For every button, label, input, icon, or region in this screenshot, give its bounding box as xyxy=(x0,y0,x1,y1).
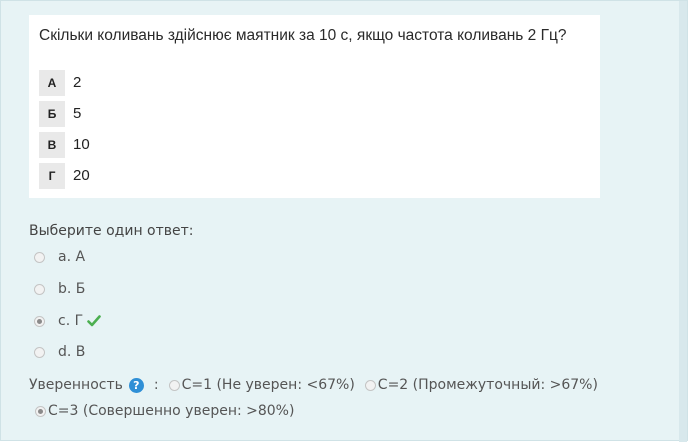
answer-radio-b[interactable] xyxy=(34,283,45,295)
correct-check-icon xyxy=(87,315,101,327)
confidence-colon: : xyxy=(153,377,159,393)
answer-prompt: Выберите один ответ: xyxy=(29,223,194,239)
answer-label[interactable]: c. Г xyxy=(58,313,83,329)
confidence-option-label[interactable]: C=1 (Не уверен: <67%) xyxy=(182,377,355,393)
answer-choice-c[interactable]: c. Г xyxy=(34,311,101,331)
confidence-option-c3[interactable]: C=3 (Совершенно уверен: >80%) xyxy=(35,403,294,419)
confidence-option-label[interactable]: C=2 (Промежуточный: >67%) xyxy=(378,377,598,393)
panel-edge xyxy=(679,1,687,442)
confidence-group-row2: C=3 (Совершенно уверен: >80%) xyxy=(35,403,304,419)
answer-choice-d[interactable]: d. В xyxy=(34,342,85,362)
answer-label[interactable]: d. В xyxy=(58,344,85,360)
confidence-option-label[interactable]: C=3 (Совершенно уверен: >80%) xyxy=(48,403,294,419)
option-value: 5 xyxy=(73,105,82,122)
confidence-option-c2[interactable]: C=2 (Промежуточный: >67%) xyxy=(364,377,598,393)
option-letter: Б xyxy=(39,101,65,127)
answer-label[interactable]: b. Б xyxy=(58,281,85,297)
answer-choice-a[interactable]: a. А xyxy=(34,247,85,267)
answer-choice-b[interactable]: b. Б xyxy=(34,279,85,299)
answer-radio-c[interactable] xyxy=(34,315,45,327)
question-image: Скільки коливань здійснює маятник за 10 … xyxy=(29,15,600,198)
answer-radio-d[interactable] xyxy=(34,346,45,358)
confidence-group: Уверенность ? : C=1 (Не уверен: <67%) C=… xyxy=(29,377,608,393)
option-letter: Г xyxy=(39,163,65,189)
option-value: 20 xyxy=(73,167,90,184)
confidence-option-c1[interactable]: C=1 (Не уверен: <67%) xyxy=(168,377,355,393)
confidence-radio-c1[interactable] xyxy=(168,379,180,391)
confidence-label: Уверенность xyxy=(29,377,123,393)
option-letter: В xyxy=(39,132,65,158)
question-text: Скільки коливань здійснює маятник за 10 … xyxy=(39,27,567,44)
answer-label[interactable]: a. А xyxy=(58,249,85,265)
confidence-radio-c3[interactable] xyxy=(35,405,46,417)
confidence-radio-c2[interactable] xyxy=(364,379,376,391)
quiz-question-panel: Скільки коливань здійснює маятник за 10 … xyxy=(0,0,688,442)
option-letter: А xyxy=(39,70,65,96)
question-circle-icon[interactable]: ? xyxy=(128,377,144,393)
option-value: 2 xyxy=(73,74,82,91)
option-value: 10 xyxy=(73,136,90,153)
answer-radio-a[interactable] xyxy=(34,251,45,263)
